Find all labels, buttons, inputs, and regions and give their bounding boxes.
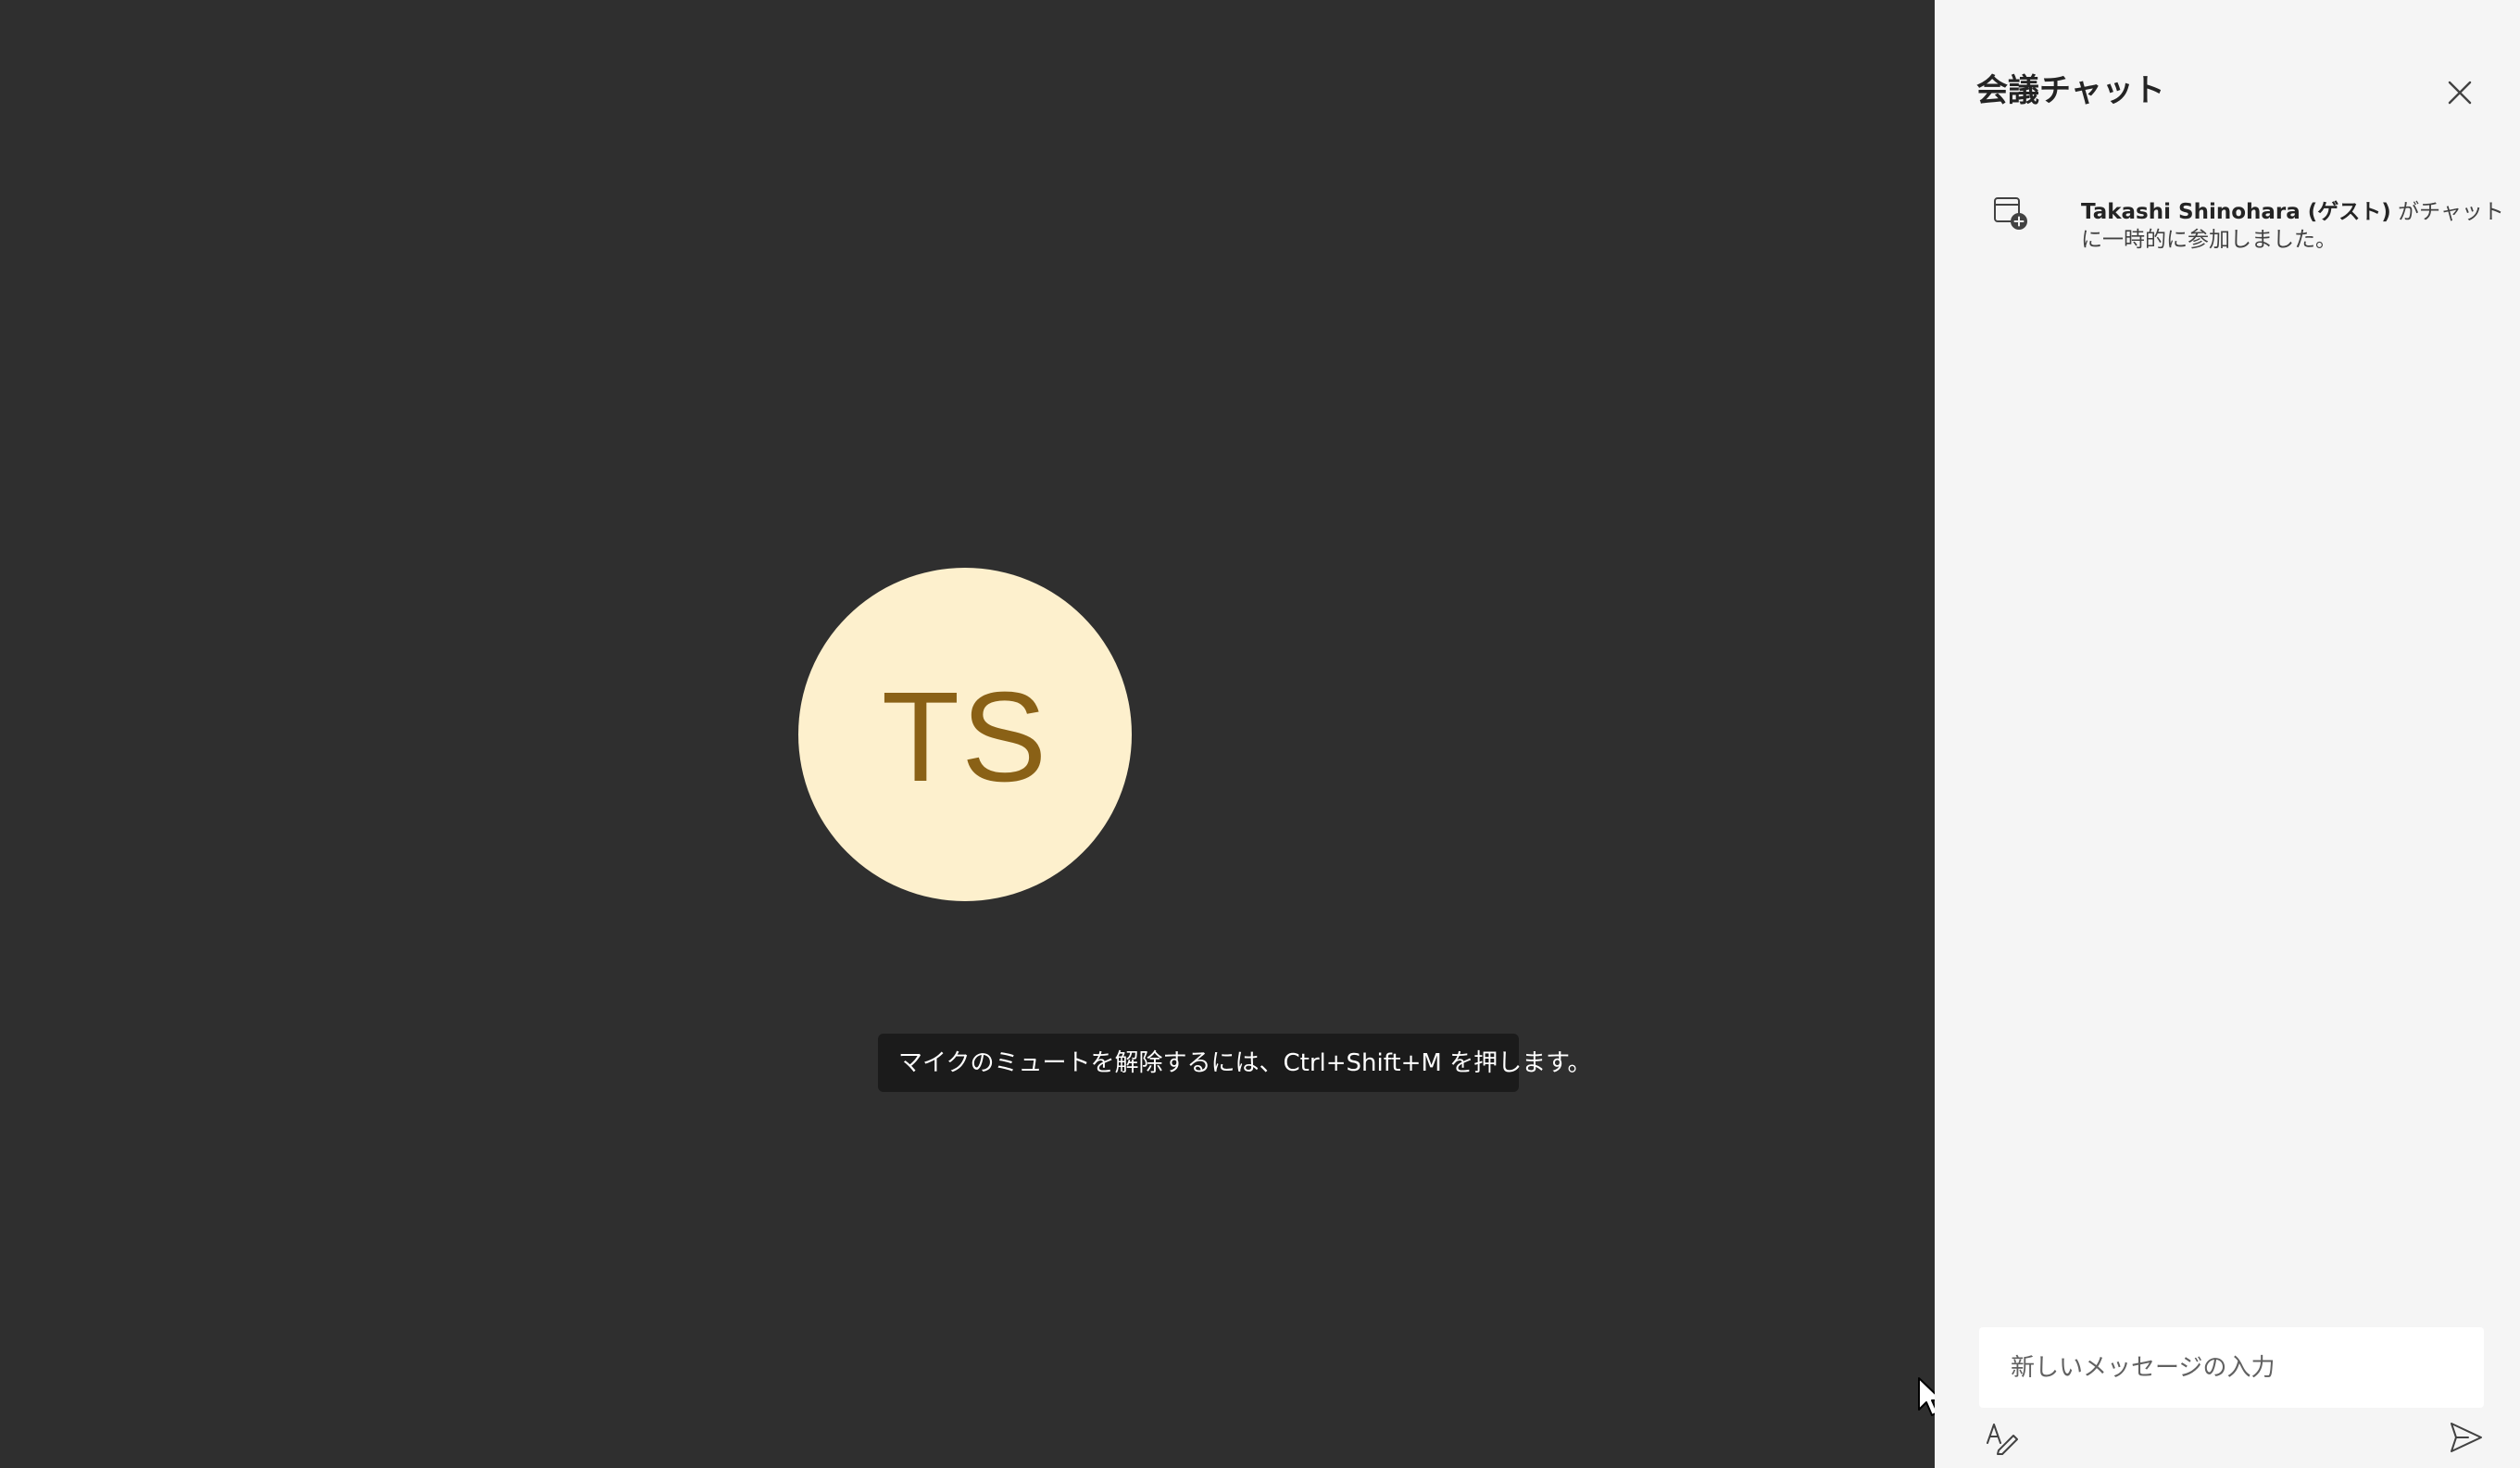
close-chat-button[interactable] — [2439, 72, 2480, 113]
send-button[interactable] — [2446, 1417, 2487, 1458]
close-icon — [2448, 81, 2472, 105]
system-message-text: Takashi Shinohara (ゲスト) がチャットに一時的に参加しました… — [2081, 198, 2509, 254]
message-compose-box[interactable] — [1979, 1327, 2484, 1408]
message-input[interactable] — [2009, 1352, 2454, 1383]
format-button[interactable] — [1981, 1417, 2022, 1458]
meeting-chat-panel: 会議チャット Takashi Shinohara (ゲスト) がチャットに一時的… — [1935, 0, 2520, 1468]
chat-panel-title: 会議チャット — [1976, 72, 2165, 109]
calendar-add-icon — [1994, 197, 2027, 230]
participant-avatar: TS — [798, 568, 1132, 901]
format-text-icon — [1987, 1424, 2018, 1455]
participant-name: Takashi Shinohara (ゲスト) — [2081, 200, 2391, 224]
video-stage: TS マイクのミュートを解除するには、Ctrl+Shift+M を押します。 — [0, 0, 1943, 1468]
mute-hint-toast: マイクのミュートを解除するには、Ctrl+Shift+M を押します。 — [878, 1034, 1592, 1092]
mute-hint-text: マイクのミュートを解除するには、Ctrl+Shift+M を押します。 — [898, 1048, 1592, 1077]
avatar-initials: TS — [881, 666, 1049, 809]
send-icon — [2451, 1423, 2482, 1452]
meeting-window: TS マイクのミュートを解除するには、Ctrl+Shift+M を押します。 会… — [0, 0, 2520, 1468]
